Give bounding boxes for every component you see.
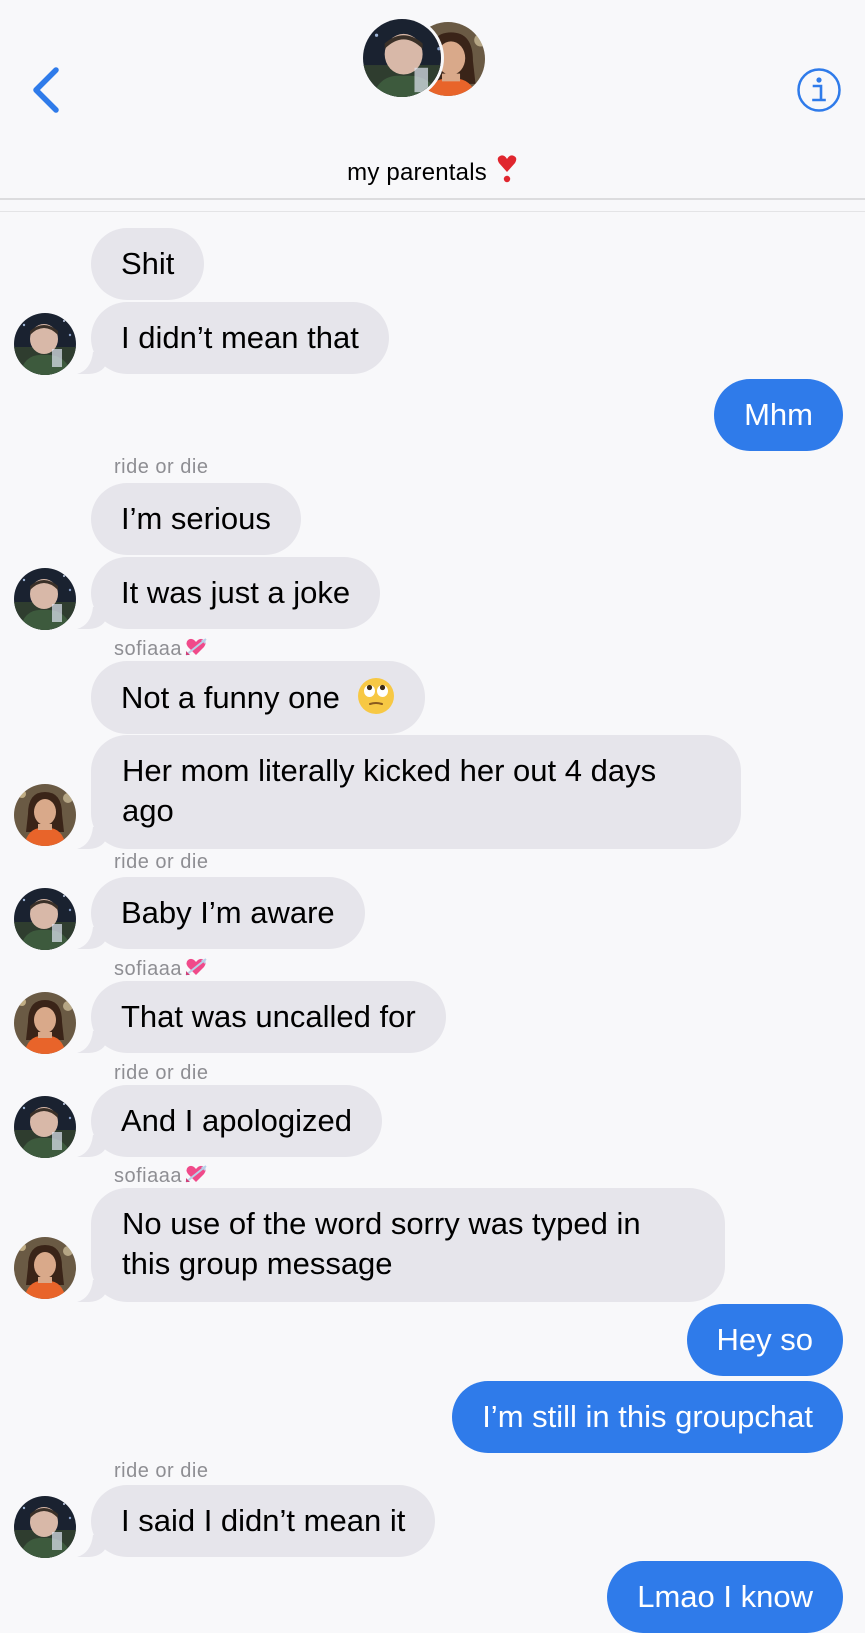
message-bubble[interactable]: Her mom literally kicked her out 4 days … <box>91 735 741 849</box>
message-bubble[interactable]: And I apologized <box>91 1085 382 1157</box>
avatar-sofiaaa[interactable] <box>14 1237 76 1299</box>
avatar-ride-or-die[interactable] <box>14 1496 76 1558</box>
message-bubble[interactable]: No use of the word sorry was typed in th… <box>91 1188 725 1302</box>
message-bubble-outgoing[interactable]: Mhm <box>714 379 843 451</box>
heart-arrow-icon <box>184 955 208 979</box>
message-text: Hey so <box>716 1322 813 1357</box>
message-text: Baby I’m aware <box>121 895 335 930</box>
message-text: I’m serious <box>121 501 271 536</box>
message-bubble-outgoing[interactable]: Hey so <box>686 1304 843 1376</box>
message-text: I’m still in this groupchat <box>482 1399 813 1434</box>
sender-name: sofiaaa <box>114 635 208 661</box>
eye-roll-emoji-icon <box>357 678 394 714</box>
message-bubble[interactable]: Not a funny one <box>91 661 425 734</box>
sender-name: sofiaaa <box>114 1162 208 1188</box>
message-bubble[interactable]: Baby I’m aware <box>91 877 365 949</box>
message-text: Lmao I know <box>637 1579 813 1614</box>
message-bubble-outgoing[interactable]: Lmao I know <box>607 1561 843 1633</box>
heart-arrow-icon <box>184 1162 208 1186</box>
message-list[interactable]: Shit I didn’t mean that Mhm ride or die … <box>0 0 865 1633</box>
message-bubble[interactable]: It was just a joke <box>91 557 381 629</box>
message-bubble[interactable]: That was uncalled for <box>91 981 446 1053</box>
message-text: Mhm <box>744 397 813 432</box>
avatar-ride-or-die[interactable] <box>14 1096 76 1158</box>
heart-arrow-icon <box>184 635 208 659</box>
avatar-ride-or-die[interactable] <box>14 888 76 950</box>
message-bubble-outgoing[interactable]: I’m still in this groupchat <box>452 1381 843 1453</box>
avatar-sofiaaa[interactable] <box>14 992 76 1054</box>
message-bubble[interactable]: Shit <box>91 228 205 300</box>
avatar-ride-or-die[interactable] <box>14 568 76 630</box>
sender-name: ride or die <box>114 456 209 478</box>
message-text: That was uncalled for <box>121 999 416 1034</box>
avatar-ride-or-die[interactable] <box>14 313 76 375</box>
sender-name: ride or die <box>114 1460 209 1482</box>
sender-name: ride or die <box>114 1062 209 1084</box>
message-text: Not a funny one <box>121 680 340 715</box>
message-bubble[interactable]: I didn’t mean that <box>91 302 389 374</box>
message-text: No use of the word sorry was typed in th… <box>122 1206 641 1281</box>
message-text: Her mom literally kicked her out 4 days … <box>122 753 657 828</box>
sender-name: sofiaaa <box>114 955 208 981</box>
message-text: It was just a joke <box>121 575 351 610</box>
message-text: I didn’t mean that <box>121 320 359 355</box>
message-bubble[interactable]: I said I didn’t mean it <box>91 1485 436 1557</box>
message-bubble[interactable]: I’m serious <box>91 483 301 555</box>
sender-name: ride or die <box>114 851 209 873</box>
message-text: And I apologized <box>121 1103 352 1138</box>
avatar-sofiaaa[interactable] <box>14 784 76 846</box>
message-text: I said I didn’t mean it <box>121 1503 406 1538</box>
message-text: Shit <box>121 246 175 281</box>
